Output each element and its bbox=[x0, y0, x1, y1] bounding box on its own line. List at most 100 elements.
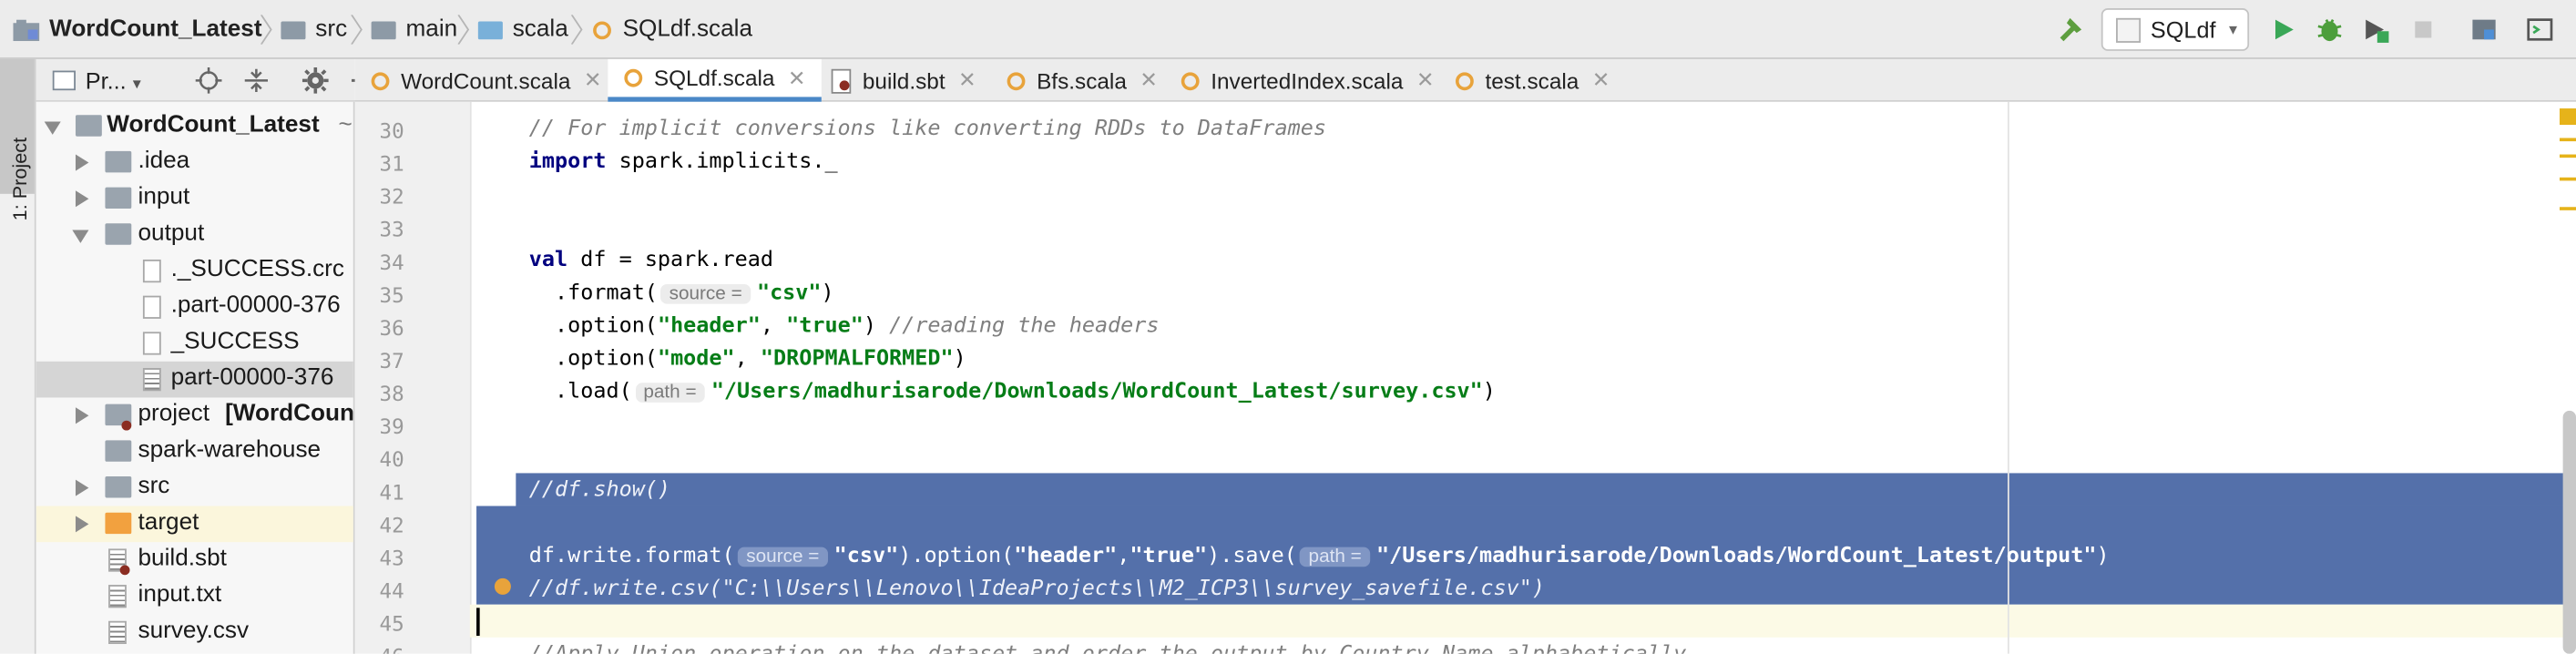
tree-item-label: src bbox=[138, 473, 170, 500]
terminal-icon[interactable] bbox=[2525, 15, 2554, 44]
code-editor[interactable]: 30 31 32 33 34 35 36 37 38 39 40 41 42 4… bbox=[354, 101, 2576, 654]
tree-item-label: _SUCCESS bbox=[170, 328, 300, 355]
tree-item-src[interactable]: src bbox=[36, 470, 353, 506]
tab-sqldf-scala[interactable]: SQLdf.scala ✕ bbox=[608, 58, 823, 102]
run-configuration-label: SQLdf bbox=[2150, 16, 2216, 43]
code-text: df.write.format( bbox=[528, 543, 735, 569]
editor-scrollbar-thumb[interactable] bbox=[2562, 410, 2576, 654]
tree-item-idea[interactable]: .idea bbox=[36, 145, 353, 181]
breadcrumb-file[interactable]: SQLdf.scala bbox=[593, 0, 752, 59]
tree-item-output[interactable]: output bbox=[36, 217, 353, 253]
code-text: spark.implicits._ bbox=[606, 149, 838, 175]
scala-file-icon bbox=[371, 71, 390, 90]
line-number: 38 bbox=[379, 381, 404, 406]
code-text: ) bbox=[863, 313, 890, 339]
breadcrumb-project-label: WordCount_Latest bbox=[49, 16, 262, 43]
tree-item-part-file-selected[interactable]: part-00000-376 bbox=[36, 361, 353, 398]
project-structure-icon[interactable] bbox=[2469, 15, 2499, 44]
run-with-coverage-icon[interactable] bbox=[2361, 15, 2390, 44]
error-stripe-marker[interactable] bbox=[2560, 207, 2576, 210]
error-stripe-marker[interactable] bbox=[2560, 138, 2576, 142]
code-line-37: .option("mode", "DROPMALFORMED") bbox=[529, 347, 966, 372]
build-hammer-icon[interactable] bbox=[2057, 15, 2086, 44]
tree-item-survey-csv[interactable]: survey.csv bbox=[36, 615, 353, 651]
code-line-44: //df.write.csv("C:\\Users\\Lenovo\\IdeaP… bbox=[528, 577, 1545, 602]
file-icon bbox=[142, 259, 161, 283]
error-stripe-marker[interactable] bbox=[2560, 177, 2576, 181]
current-line-highlight bbox=[469, 604, 2576, 638]
close-icon[interactable]: ✕ bbox=[584, 67, 602, 94]
string-literal: "/Users/madhurisarode/Downloads/WordCoun… bbox=[710, 379, 1483, 404]
error-stripe-marker[interactable] bbox=[2560, 108, 2576, 126]
line-number: 46 bbox=[355, 644, 404, 654]
stop-icon[interactable] bbox=[2408, 15, 2438, 44]
csv-file-icon bbox=[108, 620, 127, 645]
tab-wordcount-scala[interactable]: WordCount.scala ✕ bbox=[371, 59, 602, 102]
tab-invertedindex-scala[interactable]: InvertedIndex.scala ✕ bbox=[1181, 59, 1435, 102]
line-number: 30 bbox=[379, 118, 404, 143]
tree-item-label: project bbox=[138, 401, 210, 427]
line-number: 34 bbox=[379, 250, 404, 275]
code-text: .option( bbox=[528, 313, 658, 339]
line-number: 39 bbox=[379, 414, 404, 439]
code-line-46: //Apply Union operation on the dataset a… bbox=[529, 642, 1686, 654]
tab-label: SQLdf.scala bbox=[653, 66, 775, 91]
tree-item-spark-warehouse[interactable]: spark-warehouse bbox=[36, 434, 353, 470]
folder-icon bbox=[105, 187, 132, 209]
locate-crosshair-icon[interactable] bbox=[195, 66, 222, 94]
breadcrumb-src[interactable]: src bbox=[281, 0, 347, 59]
folder-icon bbox=[105, 150, 132, 173]
run-configuration-select[interactable]: SQLdf ▾ bbox=[2101, 8, 2250, 51]
tab-bfs-scala[interactable]: Bfs.scala ✕ bbox=[1007, 59, 1158, 102]
breadcrumb-separator bbox=[457, 15, 470, 45]
run-icon[interactable] bbox=[2269, 15, 2298, 44]
close-icon[interactable]: ✕ bbox=[1140, 67, 1158, 94]
parameter-hint: path = bbox=[1300, 547, 1370, 567]
line-number: 41 bbox=[379, 479, 404, 505]
tree-item-success[interactable]: _SUCCESS bbox=[36, 325, 353, 362]
code-text: ) bbox=[2096, 543, 2110, 569]
text-file-icon bbox=[142, 368, 161, 392]
source-folder-icon bbox=[477, 20, 503, 39]
string-literal: "header" bbox=[1014, 543, 1118, 569]
tree-item-wordcount-latest[interactable]: WordCount_Latest ~ bbox=[36, 108, 353, 145]
project-view-label: Pr... bbox=[85, 66, 127, 94]
navigation-bar: WordCount_Latest src main scala SQLdf.sc… bbox=[0, 0, 2576, 59]
breadcrumb-separator bbox=[570, 15, 583, 45]
tree-item-target[interactable]: target bbox=[36, 506, 353, 543]
tree-item-label: input.txt bbox=[138, 581, 222, 608]
intention-bulb-icon[interactable] bbox=[494, 577, 511, 595]
tree-item-project[interactable]: project [WordCoun bbox=[36, 397, 353, 434]
tree-item-success-crc[interactable]: ._SUCCESS.crc bbox=[36, 253, 353, 290]
close-icon[interactable]: ✕ bbox=[1592, 67, 1610, 94]
project-folder-icon bbox=[75, 115, 102, 137]
code-text: ) bbox=[1482, 379, 1496, 404]
editor-tabs: WordCount.scala ✕ SQLdf.scala ✕ build.sb… bbox=[354, 58, 2576, 102]
tab-build-sbt[interactable]: build.sbt ✕ bbox=[831, 59, 976, 102]
breadcrumb-separator bbox=[351, 15, 363, 45]
close-icon[interactable]: ✕ bbox=[788, 65, 806, 91]
collapse-all-icon[interactable] bbox=[243, 67, 270, 94]
string-literal: "csv" bbox=[756, 281, 822, 306]
code-line-36: .option("header", "true") //reading the … bbox=[529, 313, 1160, 338]
close-icon[interactable]: ✕ bbox=[1416, 67, 1435, 94]
tree-item-build-sbt[interactable]: build.sbt bbox=[36, 542, 353, 578]
line-number: 45 bbox=[379, 610, 404, 636]
tree-item-input-txt[interactable]: input.txt bbox=[36, 578, 353, 615]
error-stripe-marker[interactable] bbox=[2560, 154, 2576, 158]
chevron-right-icon bbox=[75, 190, 89, 208]
breadcrumb-project[interactable]: WordCount_Latest bbox=[13, 0, 262, 59]
code-text: ) bbox=[953, 346, 966, 372]
tab-label: build.sbt bbox=[862, 67, 946, 93]
tree-item-part-crc[interactable]: .part-00000-376 bbox=[36, 289, 353, 325]
settings-gear-icon[interactable] bbox=[302, 66, 329, 94]
breadcrumb-scala[interactable]: scala bbox=[477, 0, 568, 59]
code-text: .format( bbox=[528, 281, 658, 306]
tree-item-input[interactable]: input bbox=[36, 180, 353, 217]
breadcrumb-main[interactable]: main bbox=[371, 0, 457, 59]
tab-test-scala[interactable]: test.scala ✕ bbox=[1455, 59, 1610, 102]
project-tool-window-tab[interactable]: 1: Project bbox=[0, 58, 35, 220]
close-icon[interactable]: ✕ bbox=[958, 67, 976, 94]
debug-bug-icon[interactable] bbox=[2315, 15, 2344, 44]
project-view-select[interactable]: Pr... ▾ bbox=[86, 67, 141, 94]
